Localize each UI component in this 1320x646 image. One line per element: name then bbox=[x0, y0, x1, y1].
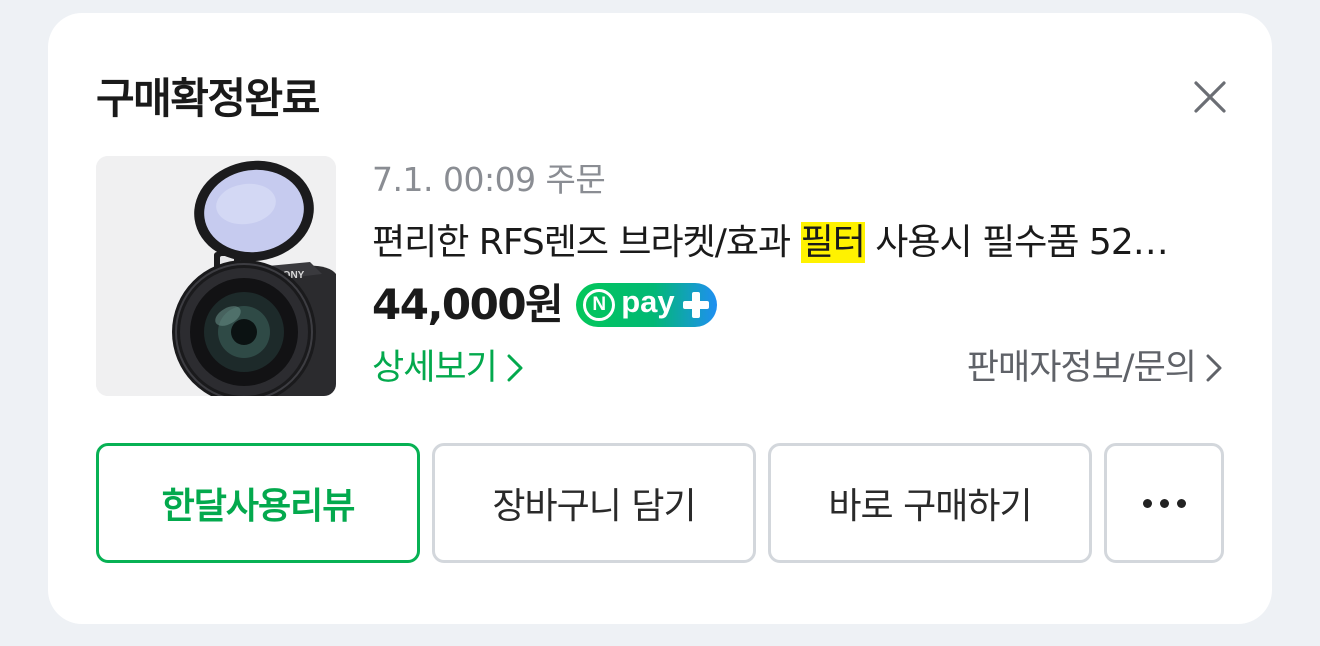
npay-n-icon: N bbox=[583, 289, 616, 321]
order-date: 7.1. 00:09 주문 bbox=[372, 160, 606, 199]
camera-filter-image: SONY bbox=[96, 156, 336, 396]
monthly-review-button[interactable]: 한달사용리뷰 bbox=[96, 443, 420, 563]
product-price: 44,000원 bbox=[372, 280, 564, 329]
detail-link-label: 상세보기 bbox=[372, 348, 498, 388]
close-icon bbox=[1194, 81, 1226, 113]
npay-plus-badge: N pay bbox=[576, 283, 717, 327]
product-thumbnail[interactable]: SONY bbox=[96, 156, 336, 396]
close-button[interactable] bbox=[1188, 75, 1232, 119]
product-name-prefix: 편리한 RFS렌즈 브라켓/효과 bbox=[372, 222, 801, 263]
seller-info-link[interactable]: 판매자정보/문의 bbox=[967, 343, 1224, 393]
purchase-confirm-card: 구매확정완료 SONY 7.1. 00:09 주문 편리한 RFS렌즈 브라켓/… bbox=[48, 13, 1272, 624]
dialog-title: 구매확정완료 bbox=[96, 74, 320, 123]
buy-now-label: 바로 구매하기 bbox=[828, 486, 1032, 527]
product-name-highlight: 필터 bbox=[800, 222, 866, 263]
price-row: 44,000원 N pay bbox=[372, 277, 717, 333]
plus-icon bbox=[682, 292, 709, 318]
seller-info-label: 판매자정보/문의 bbox=[966, 348, 1197, 388]
add-to-cart-label: 장바구니 담기 bbox=[492, 486, 696, 527]
chevron-right-icon bbox=[507, 354, 523, 382]
product-name-suffix: 사용시 필수품 52mm 55mm 58mm bbox=[875, 222, 1202, 263]
more-dots-icon bbox=[1142, 498, 1186, 508]
add-to-cart-button[interactable]: 장바구니 담기 bbox=[432, 443, 756, 563]
monthly-review-label: 한달사용리뷰 bbox=[161, 486, 356, 527]
npay-text: pay bbox=[621, 284, 675, 319]
product-name[interactable]: 편리한 RFS렌즈 브라켓/효과 필터 사용시 필수품 52mm 55mm 58… bbox=[372, 218, 1202, 268]
buy-now-button[interactable]: 바로 구매하기 bbox=[768, 443, 1092, 563]
chevron-right-icon bbox=[1206, 354, 1222, 382]
more-button[interactable] bbox=[1104, 443, 1224, 563]
detail-link[interactable]: 상세보기 bbox=[372, 343, 525, 393]
